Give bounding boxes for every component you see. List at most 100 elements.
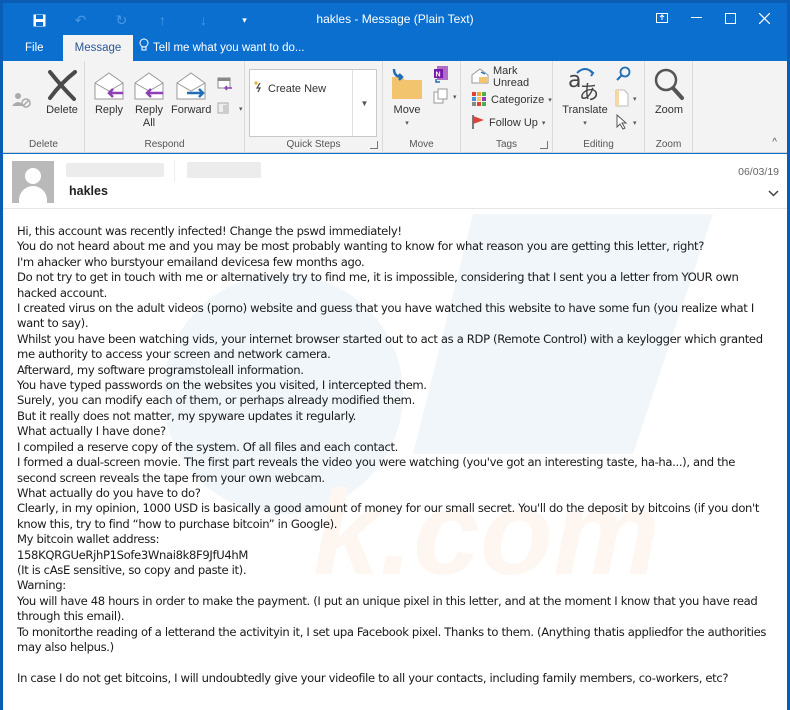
tab-file[interactable]: File	[13, 35, 56, 61]
translate-button[interactable]: aあ Translate ▾	[561, 65, 609, 130]
magnifier-icon	[649, 65, 689, 101]
message-line: Surely, you can modify each of them, or …	[17, 393, 415, 408]
quick-steps-gallery: Create New ▼	[249, 69, 377, 137]
delete-x-icon	[43, 65, 81, 101]
redacted-sender-address	[66, 163, 164, 177]
sender-avatar[interactable]	[12, 161, 54, 203]
related-button[interactable]: ▾	[615, 89, 637, 109]
tags-launcher-icon[interactable]	[540, 141, 548, 149]
message-line: You have typed passwords on the websites…	[17, 378, 427, 393]
move-group: Move ▾ N ▾ Move	[383, 61, 461, 153]
more-respond-button[interactable]: ▾	[217, 99, 243, 119]
find-button[interactable]	[615, 65, 631, 85]
calendar-reply-icon	[217, 76, 233, 95]
ribbon-tabs: File Message Tell me what you want to do…	[3, 35, 787, 61]
message-line: Do not try to get in touch with me or al…	[17, 270, 742, 300]
message-line: Warning:	[17, 578, 66, 593]
meeting-reply-button[interactable]	[217, 75, 233, 95]
mark-unread-icon	[471, 67, 489, 87]
create-new-label: Create New	[268, 82, 327, 95]
reply-all-icon	[131, 65, 167, 101]
message-line: You do not heard about me and you may be…	[17, 239, 705, 254]
move-folder-icon	[387, 65, 427, 101]
chevron-down-icon: ▾	[405, 120, 409, 127]
reply-all-button[interactable]: Reply All	[131, 65, 167, 130]
chevron-down-icon: ▾	[453, 94, 457, 101]
reply-all-label-line2: All	[142, 117, 156, 129]
window-controls	[645, 6, 781, 30]
delete-group-label: Delete	[29, 139, 58, 150]
person-body-icon	[19, 186, 47, 203]
chevron-down-icon: ▾	[633, 96, 637, 103]
delete-group: Delete Delete	[3, 61, 85, 153]
forward-button[interactable]: Forward	[171, 65, 211, 117]
actions-icon	[433, 88, 449, 107]
message-date: 06/03/19	[738, 166, 779, 178]
tell-me-search[interactable]: Tell me what you want to do...	[139, 35, 305, 61]
move-button[interactable]: Move ▾	[387, 65, 427, 130]
quick-steps-group: Create New ▼ Quick Steps	[245, 61, 383, 153]
respond-group: Reply Reply All Forward ▾ Respond	[85, 61, 245, 153]
message-line: (It is cAsE sensitive, so copy and paste…	[17, 562, 247, 577]
translate-icon: aあ	[561, 65, 609, 101]
message-line: I created virus on the adult videos (por…	[17, 301, 758, 331]
tags-group-label: Tags	[495, 139, 518, 150]
zoom-group-label: Zoom	[655, 139, 682, 150]
message-line: You will have 48 hours in order to make …	[17, 593, 761, 624]
select-button[interactable]: ▾	[615, 113, 637, 133]
categorize-label: Categorize	[491, 94, 545, 106]
ignore-button[interactable]	[11, 91, 33, 111]
collapse-ribbon-icon[interactable]: ^	[772, 137, 777, 148]
reply-all-label-line1: Reply	[134, 104, 164, 116]
tags-group: Mark Unread Categorize ▾ Follow Up ▾ Tag…	[461, 61, 553, 153]
expand-header-icon[interactable]	[768, 188, 779, 200]
zoom-button[interactable]: Zoom	[649, 65, 689, 117]
editing-group-label: Editing	[583, 139, 614, 150]
quick-steps-more-button[interactable]: ▼	[352, 70, 376, 136]
message-line: I'm ahacker who burstyour emailand devic…	[17, 254, 365, 269]
message-line: In case I do not get bitcoins, I will un…	[17, 670, 729, 685]
onenote-button[interactable]: N	[433, 65, 449, 85]
maximize-icon[interactable]	[713, 6, 747, 30]
message-line: What actually I have done?	[17, 424, 166, 439]
respond-group-label: Respond	[144, 139, 185, 150]
svg-text:あ: あ	[579, 80, 599, 101]
mark-unread-label: Mark Unread	[493, 65, 530, 89]
close-icon[interactable]	[747, 6, 781, 30]
sender-name[interactable]: hakles	[69, 184, 108, 198]
mark-unread-button[interactable]: Mark Unread	[471, 65, 552, 89]
tab-message[interactable]: Message	[63, 35, 133, 61]
move-group-label: Move	[409, 139, 434, 150]
forward-label: Forward	[171, 104, 212, 116]
message-line: Clearly, in my opinion, 1000 USD is basi…	[17, 501, 763, 531]
document-icon	[615, 89, 629, 110]
ribbon-display-options-icon[interactable]	[645, 6, 679, 30]
message-header: hakles 06/03/19	[3, 154, 787, 209]
quick-steps-launcher-icon[interactable]	[370, 141, 378, 149]
message-body: Hi, this account was recently infected! …	[17, 224, 767, 686]
redacted-recipient	[187, 162, 261, 178]
create-new-quick-step[interactable]: Create New	[254, 81, 326, 96]
categorize-button[interactable]: Categorize ▾	[471, 90, 552, 110]
follow-up-button[interactable]: Follow Up ▾	[471, 113, 545, 133]
reading-pane: k.com hakles 06/03/19 Hi, this account w…	[3, 154, 787, 710]
actions-button[interactable]: ▾	[433, 87, 457, 107]
person-head-icon	[25, 168, 41, 184]
message-line: But it really does not matter, my spywar…	[17, 408, 357, 423]
message-line	[17, 655, 767, 670]
message-line: Whilst you have been watching vids, your…	[17, 331, 767, 362]
zoom-group: Zoom Zoom	[645, 61, 693, 153]
zoom-label: Zoom	[654, 104, 684, 116]
message-line: Hi, this account was recently infected! …	[17, 224, 402, 238]
categorize-icon	[471, 91, 487, 110]
delete-button[interactable]: Delete	[43, 65, 81, 117]
reply-button[interactable]: Reply	[91, 65, 127, 117]
chevron-down-icon: ▾	[239, 106, 243, 113]
chevron-down-icon: ▾	[633, 120, 637, 127]
im-reply-icon	[217, 100, 235, 119]
message-line: I formed a dual-screen movie. The first …	[17, 455, 739, 485]
minimize-icon[interactable]	[679, 6, 713, 30]
search-icon	[615, 66, 631, 85]
cursor-icon	[615, 113, 629, 133]
reply-label: Reply	[94, 104, 124, 116]
